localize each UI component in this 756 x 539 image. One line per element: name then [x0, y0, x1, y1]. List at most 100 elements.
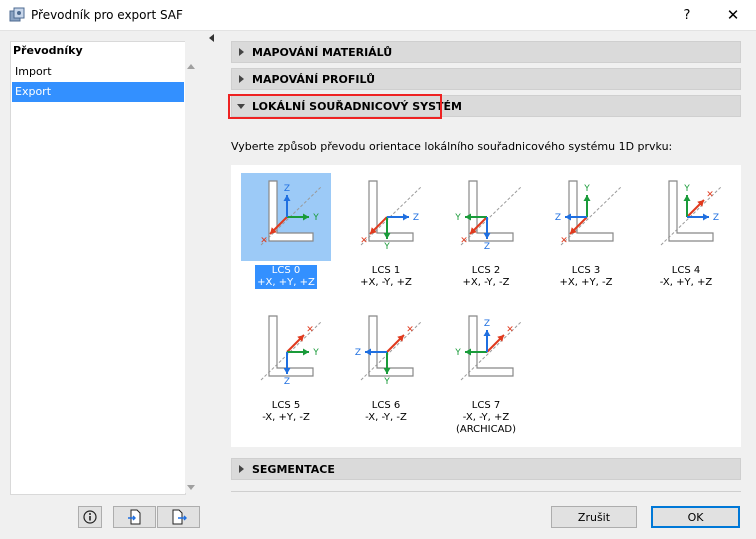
lcs-caption: LCS 7 -X, -Y, +Z (ARCHICAD) — [441, 400, 531, 436]
z-axis-label: Z — [284, 377, 290, 387]
z-axis-arrowhead — [703, 213, 709, 221]
y-axis-arrowhead — [465, 348, 471, 356]
z-axis-label: Z — [713, 213, 719, 223]
x-axis-marker: ✕ — [306, 325, 314, 335]
y-axis-label: Y — [454, 348, 461, 358]
x-axis-marker: ✕ — [360, 236, 368, 246]
list-header: Převodníky — [13, 44, 83, 57]
lcs-option-0[interactable]: ✕ Y Z LCS 0 +X, +Y, +Z — [241, 173, 331, 289]
profile-axes-icon: ✕ Y Z — [555, 180, 622, 246]
lcs-option-2[interactable]: ✕ Y Z LCS 2 +X, -Y, -Z — [441, 173, 531, 289]
y-axis-label: Y — [383, 377, 390, 387]
lcs-diagram: ✕ Y Z — [641, 173, 731, 261]
scroll-up-arrow-icon[interactable] — [187, 64, 195, 69]
lcs-diagram: ✕ Y Z — [341, 308, 431, 396]
x-axis-marker: ✕ — [560, 236, 568, 246]
x-axis-marker: ✕ — [260, 236, 268, 246]
profile-axes-icon: ✕ Y Z — [454, 315, 522, 381]
section-profile-mapping[interactable]: MAPOVÁNÍ PROFILŮ — [231, 68, 741, 90]
lcs-name: LCS 3 — [571, 265, 601, 276]
lcs-option-4[interactable]: ✕ Y Z LCS 4 -X, +Y, +Z — [641, 173, 731, 289]
y-axis-arrowhead — [583, 195, 591, 201]
profile-axes-icon: ✕ Y Z — [660, 180, 722, 246]
x-axis-marker: ✕ — [706, 190, 714, 200]
lcs-diagram: ✕ Y Z — [541, 173, 631, 261]
app-icon — [9, 7, 25, 22]
y-axis-arrowhead — [303, 348, 309, 356]
collapse-panel-icon[interactable] — [209, 34, 214, 42]
cancel-button[interactable]: Zrušit — [551, 506, 637, 528]
section-label: MAPOVÁNÍ MATERIÁLŮ — [252, 46, 393, 59]
lcs-diagram: ✕ Y Z — [441, 308, 531, 396]
import-file-icon — [127, 509, 140, 525]
profile-axes-icon: ✕ Y Z — [260, 315, 322, 387]
section-material-mapping[interactable]: MAPOVÁNÍ MATERIÁLŮ — [231, 41, 741, 63]
window-title: Převodník pro export SAF — [31, 8, 183, 22]
profile-axes-icon: ✕ Y Z — [454, 180, 522, 252]
sidebar-item-export[interactable]: Export — [12, 82, 184, 102]
lcs-options-grid: ✕ Y Z LCS 0 +X, +Y, +Z ✕ Y Z LCS 1 +X, -Y, +Z ✕ Y Z L… — [231, 165, 741, 447]
lcs-option-6[interactable]: ✕ Y Z LCS 6 -X, -Y, -Z — [341, 308, 431, 424]
y-axis-label: Y — [583, 184, 590, 194]
lcs-name: LCS 6 — [371, 400, 401, 411]
lcs-name: LCS 7 — [471, 400, 501, 411]
lcs-caption: LCS 6 -X, -Y, -Z — [341, 400, 431, 424]
profile-axes-icon: ✕ Y Z — [360, 180, 422, 252]
lcs-caption: LCS 3 +X, +Y, -Z — [541, 265, 631, 289]
lcs-caption: LCS 1 +X, -Y, +Z — [341, 265, 431, 289]
z-axis-label: Z — [484, 242, 490, 252]
z-axis-label: Z — [355, 348, 361, 358]
import-settings-button[interactable] — [113, 506, 156, 528]
ok-button[interactable]: OK — [651, 506, 740, 528]
z-axis-arrowhead — [403, 213, 409, 221]
lcs-caption: LCS 0 +X, +Y, +Z — [255, 265, 317, 289]
list-scrollbar[interactable] — [185, 41, 197, 493]
x-axis-marker: ✕ — [406, 325, 414, 335]
translator-list: Převodníky Import Export — [10, 41, 186, 495]
lcs-axes: +X, -Y, +Z — [360, 277, 412, 288]
lcs-axes: -X, -Y, +Z — [462, 412, 510, 423]
title-bar: Převodník pro export SAF ? ✕ — [0, 0, 756, 31]
z-axis-arrowhead — [565, 213, 571, 221]
y-axis-label: Y — [312, 213, 319, 223]
lcs-axes: +X, +Y, -Z — [559, 277, 613, 288]
section-segmentation[interactable]: SEGMENTACE — [231, 458, 741, 480]
lcs-option-5[interactable]: ✕ Y Z LCS 5 -X, +Y, -Z — [241, 308, 331, 424]
x-axis-marker: ✕ — [460, 236, 468, 246]
close-button[interactable]: ✕ — [710, 0, 756, 30]
x-axis-marker: ✕ — [506, 325, 514, 335]
y-axis-label: Y — [454, 213, 461, 223]
help-button[interactable]: ? — [664, 0, 710, 30]
divider — [231, 491, 741, 492]
lcs-diagram: ✕ Y Z — [241, 173, 331, 261]
profile-axes-icon: ✕ Y Z — [260, 180, 322, 246]
y-axis-arrowhead — [683, 195, 691, 201]
lcs-caption: LCS 2 +X, -Y, -Z — [441, 265, 531, 289]
lcs-name: LCS 2 — [471, 265, 501, 276]
chevron-right-icon — [239, 465, 244, 473]
scroll-down-arrow-icon[interactable] — [187, 485, 195, 490]
lcs-axes: +X, -Y, -Z — [462, 277, 510, 288]
lcs-name: LCS 0 — [271, 265, 301, 276]
info-button[interactable] — [78, 506, 102, 528]
lcs-option-3[interactable]: ✕ Y Z LCS 3 +X, +Y, -Z — [541, 173, 631, 289]
profile-axes-icon: ✕ Y Z — [355, 315, 422, 387]
lcs-name: LCS 4 — [671, 265, 701, 276]
export-file-icon — [172, 509, 187, 525]
export-settings-button[interactable] — [157, 506, 200, 528]
section-label: MAPOVÁNÍ PROFILŮ — [252, 73, 376, 86]
z-axis-label: Z — [555, 213, 561, 223]
lcs-axes: +X, +Y, +Z — [257, 277, 315, 288]
z-axis-arrowhead — [283, 195, 291, 201]
y-axis-arrowhead — [303, 213, 309, 221]
lcs-axes: -X, +Y, -Z — [262, 412, 310, 423]
info-icon — [83, 510, 97, 524]
sidebar-item-import[interactable]: Import — [12, 62, 184, 82]
lcs-diagram: ✕ Y Z — [441, 173, 531, 261]
lcs-caption: LCS 5 -X, +Y, -Z — [241, 400, 331, 424]
lcs-option-1[interactable]: ✕ Y Z LCS 1 +X, -Y, +Z — [341, 173, 431, 289]
lcs-axes: -X, -Y, -Z — [365, 412, 407, 423]
z-axis-label: Z — [284, 184, 290, 194]
lcs-option-7[interactable]: ✕ Y Z LCS 7 -X, -Y, +Z (ARCHICAD) — [441, 308, 531, 436]
section-label: SEGMENTACE — [252, 463, 335, 476]
